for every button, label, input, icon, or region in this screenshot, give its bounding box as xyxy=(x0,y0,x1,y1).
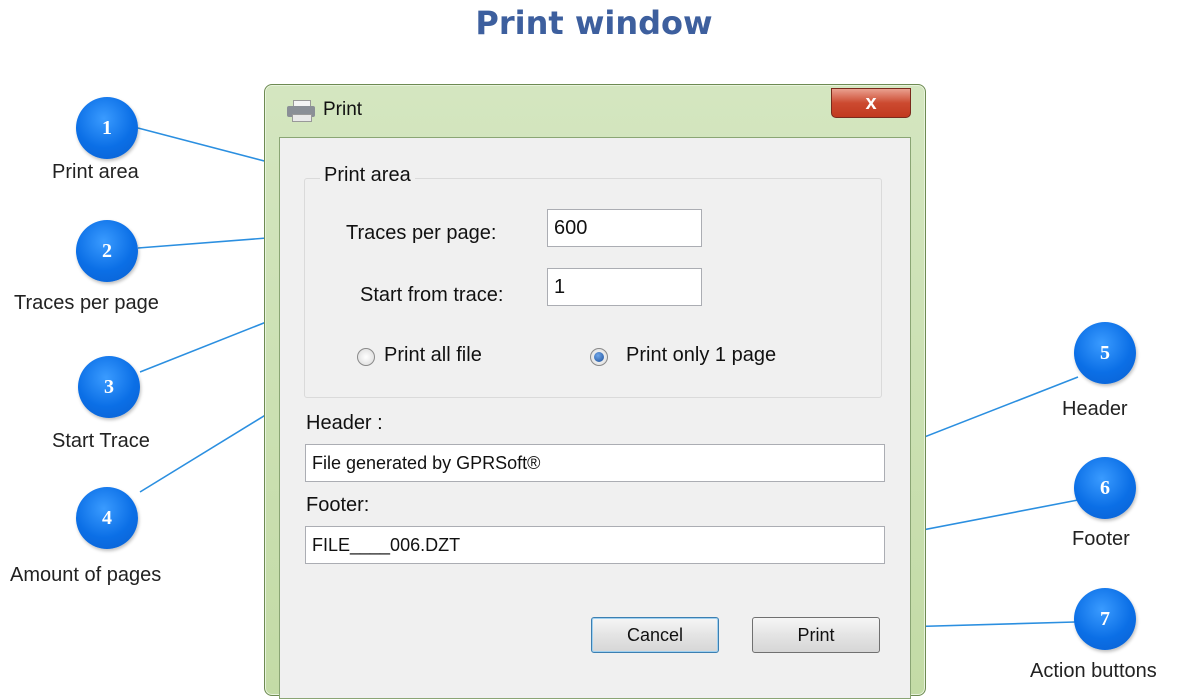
callout-badge-6: 6 xyxy=(1074,457,1136,519)
print-only-1-page-label[interactable]: Print only 1 page xyxy=(626,344,776,367)
callout-label-7: Action buttons xyxy=(1030,660,1157,682)
print-dialog: Print x Print area Traces per page: 600 … xyxy=(264,84,926,699)
header-input[interactable]: File generated by GPRSoft® xyxy=(305,444,885,482)
start-from-trace-input[interactable]: 1 xyxy=(547,268,702,306)
callout-badge-1: 1 xyxy=(76,97,138,159)
header-label: Header : xyxy=(306,412,383,434)
printer-icon xyxy=(287,99,315,122)
cancel-button[interactable]: Cancel xyxy=(591,617,719,653)
callout-label-3: Start Trace xyxy=(52,430,150,452)
print-all-file-radio[interactable] xyxy=(357,348,375,366)
print-only-1-page-radio[interactable] xyxy=(590,348,608,366)
callout-label-5: Header xyxy=(1062,398,1128,420)
print-all-file-label[interactable]: Print all file xyxy=(384,344,482,367)
print-button[interactable]: Print xyxy=(752,617,880,653)
callout-badge-2: 2 xyxy=(76,220,138,282)
close-button[interactable]: x xyxy=(831,88,911,118)
dialog-titlebar: Print xyxy=(287,99,363,122)
callout-badge-4: 4 xyxy=(76,487,138,549)
start-from-trace-label: Start from trace: xyxy=(360,284,504,306)
callout-label-2: Traces per page xyxy=(14,292,159,314)
traces-per-page-input[interactable]: 600 xyxy=(547,209,702,247)
dialog-client-area: Print area Traces per page: 600 Start fr… xyxy=(279,137,911,699)
close-icon: x xyxy=(865,91,877,114)
callout-label-4: Amount of pages xyxy=(10,564,162,586)
callout-badge-7: 7 xyxy=(1074,588,1136,650)
dialog-title: Print xyxy=(323,99,363,120)
callout-badge-3: 3 xyxy=(78,356,140,418)
traces-per-page-label: Traces per page: xyxy=(346,222,497,244)
footer-label: Footer: xyxy=(306,494,370,516)
callout-label-1: Print area xyxy=(52,161,139,183)
callout-label-6: Footer xyxy=(1072,528,1130,550)
leader-line-7 xyxy=(899,621,1076,628)
page-title: Print window xyxy=(475,4,713,42)
print-area-label: Print area xyxy=(320,164,415,187)
callout-badge-5: 5 xyxy=(1074,322,1136,384)
footer-input[interactable]: FILE____006.DZT xyxy=(305,526,885,564)
